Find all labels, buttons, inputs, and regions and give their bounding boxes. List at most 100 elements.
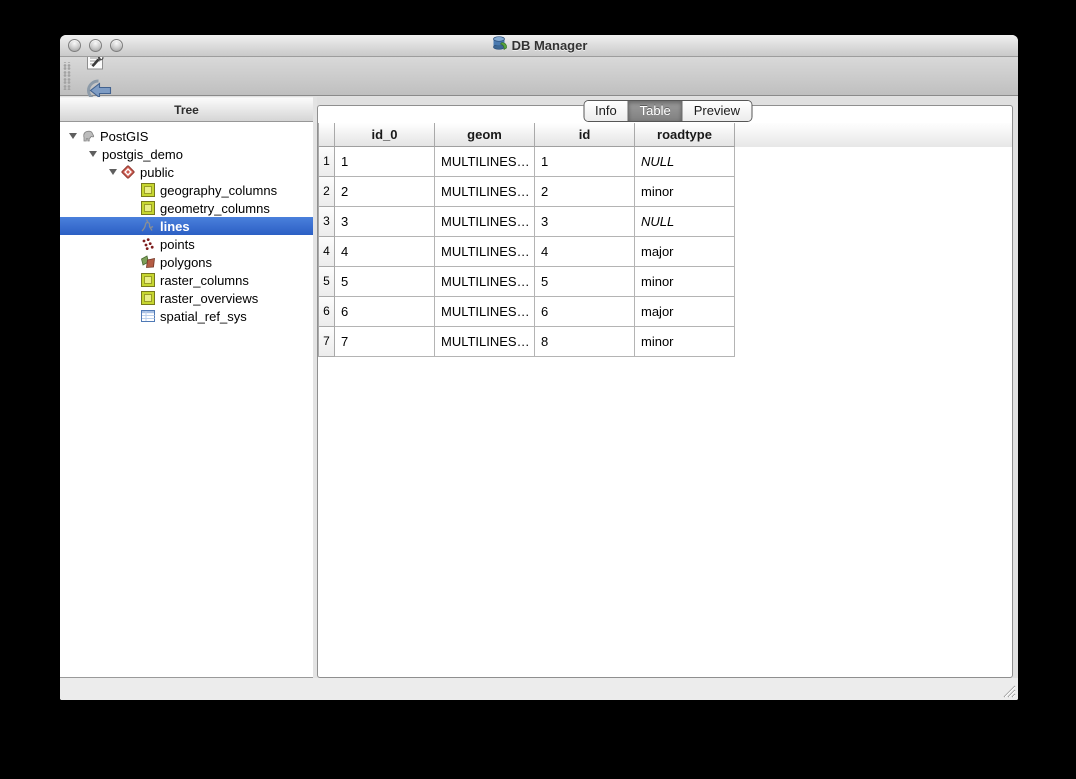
table-row: 1 1 MULTILINES… 1 NULL (318, 147, 1012, 177)
cell-id_0[interactable]: 7 (335, 327, 435, 357)
tab-info[interactable]: Info (583, 101, 628, 121)
minimize-button[interactable] (89, 39, 102, 52)
grid-row-filler (735, 267, 1012, 297)
cell-geom[interactable]: MULTILINES… (435, 327, 535, 357)
tree-item-raster_overviews[interactable]: raster_overviews (60, 289, 313, 307)
tree-panel-header[interactable]: Tree (60, 97, 313, 122)
tree-dock: Tree PostGIS postgis_demo public geography_… (60, 97, 313, 678)
postgis-elephant-icon (80, 128, 98, 144)
grid-row-filler (735, 177, 1012, 207)
column-header-id_0[interactable]: id_0 (335, 123, 435, 147)
table-row: 7 7 MULTILINES… 8 minor (318, 327, 1012, 357)
cell-id[interactable]: 8 (535, 327, 635, 357)
row-number-cell[interactable]: 6 (318, 297, 335, 327)
tree-item-label: polygons (160, 254, 213, 270)
toolbar-drag-handle[interactable] (63, 62, 71, 90)
resize-grip[interactable] (1001, 683, 1016, 698)
cell-id_0[interactable]: 1 (335, 147, 435, 177)
cell-id_0[interactable]: 2 (335, 177, 435, 207)
cell-id[interactable]: 2 (535, 177, 635, 207)
srs-table-icon (140, 308, 158, 324)
column-header-geom[interactable]: geom (435, 123, 535, 147)
row-number-cell[interactable]: 2 (318, 177, 335, 207)
column-header-roadtype[interactable]: roadtype (635, 123, 735, 147)
cell-roadtype[interactable]: minor (635, 267, 735, 297)
cell-roadtype[interactable]: NULL (635, 147, 735, 177)
status-bar (60, 678, 1018, 700)
db-manager-window: DB Manager Tree PostGIS postgis_demo publi… (60, 35, 1018, 700)
cell-roadtype[interactable]: NULL (635, 207, 735, 237)
traffic-lights (68, 39, 123, 52)
tree-item-label: geography_columns (160, 182, 278, 198)
disclosure-triangle-icon[interactable] (86, 151, 100, 157)
tree-item-label: spatial_ref_sys (160, 308, 247, 324)
cell-id[interactable]: 3 (535, 207, 635, 237)
tab-preview[interactable]: Preview (681, 101, 752, 121)
titlebar[interactable]: DB Manager (60, 35, 1018, 57)
cell-id_0[interactable]: 6 (335, 297, 435, 327)
cell-id[interactable]: 4 (535, 237, 635, 267)
cell-roadtype[interactable]: major (635, 237, 735, 267)
tree-item-geometry_columns[interactable]: geometry_columns (60, 199, 313, 217)
row-number-cell[interactable]: 7 (318, 327, 335, 357)
close-button[interactable] (68, 39, 81, 52)
grid-row-filler (735, 207, 1012, 237)
tree-item-raster_columns[interactable]: raster_columns (60, 271, 313, 289)
cell-roadtype[interactable]: minor (635, 177, 735, 207)
tree-item-label: PostGIS (100, 128, 149, 144)
tree-item-geography_columns[interactable]: geography_columns (60, 181, 313, 199)
cell-id_0[interactable]: 5 (335, 267, 435, 297)
table-row: 4 4 MULTILINES… 4 major (318, 237, 1012, 267)
schema-icon (120, 164, 138, 180)
tree-item-points[interactable]: points (60, 235, 313, 253)
cell-geom[interactable]: MULTILINES… (435, 207, 535, 237)
cell-id[interactable]: 6 (535, 297, 635, 327)
tab-table[interactable]: Table (627, 101, 682, 121)
row-number-cell[interactable]: 3 (318, 207, 335, 237)
grid-header-row: id_0 geom id roadtype (318, 123, 1012, 147)
row-number-cell[interactable]: 5 (318, 267, 335, 297)
cell-geom[interactable]: MULTILINES… (435, 177, 535, 207)
cell-id[interactable]: 1 (535, 147, 635, 177)
tree-item-postgis_demo[interactable]: postgis_demo (60, 145, 313, 163)
desktop: { "window": { "title": "DB Manager" }, "… (0, 0, 1076, 779)
tree-item-label: public (140, 164, 174, 180)
cell-geom[interactable]: MULTILINES… (435, 297, 535, 327)
geometry-table-icon (140, 182, 158, 198)
grid-corner-cell (318, 123, 335, 147)
table-row: 2 2 MULTILINES… 2 minor (318, 177, 1012, 207)
tree-item-label: raster_columns (160, 272, 249, 288)
points-icon (140, 236, 158, 252)
tree-item-polygons[interactable]: polygons (60, 253, 313, 271)
tab-bar: Info Table Preview (582, 100, 753, 122)
geometry-table-icon (140, 200, 158, 216)
data-grid: id_0 geom id roadtype 1 1 MULTILINES… 1 NULL 2 2 MU… (318, 123, 1012, 357)
tree-item-spatial_ref_sys[interactable]: spatial_ref_sys (60, 307, 313, 325)
cell-geom[interactable]: MULTILINES… (435, 147, 535, 177)
disclosure-triangle-icon[interactable] (106, 169, 120, 175)
tree-item-label: geometry_columns (160, 200, 270, 216)
tree-item-lines[interactable]: lines (60, 217, 313, 235)
grid-row-filler (735, 297, 1012, 327)
tree-item-public[interactable]: public (60, 163, 313, 181)
title-area: DB Manager (60, 35, 1018, 56)
cell-id[interactable]: 5 (535, 267, 635, 297)
window-title: DB Manager (511, 38, 588, 53)
cell-id_0[interactable]: 4 (335, 237, 435, 267)
column-header-id[interactable]: id (535, 123, 635, 147)
row-number-cell[interactable]: 4 (318, 237, 335, 267)
toolbar (60, 35, 1018, 134)
tree-item-label: raster_overviews (160, 290, 259, 306)
row-number-cell[interactable]: 1 (318, 147, 335, 177)
cell-roadtype[interactable]: major (635, 297, 735, 327)
tree-item-PostGIS[interactable]: PostGIS (60, 127, 313, 145)
polygons-icon (140, 254, 158, 270)
cell-id_0[interactable]: 3 (335, 207, 435, 237)
db-tree: PostGIS postgis_demo public geography_colum… (60, 122, 313, 678)
cell-geom[interactable]: MULTILINES… (435, 267, 535, 297)
disclosure-triangle-icon[interactable] (66, 133, 80, 139)
tree-item-label: points (160, 236, 195, 252)
zoom-button[interactable] (110, 39, 123, 52)
cell-geom[interactable]: MULTILINES… (435, 237, 535, 267)
cell-roadtype[interactable]: minor (635, 327, 735, 357)
